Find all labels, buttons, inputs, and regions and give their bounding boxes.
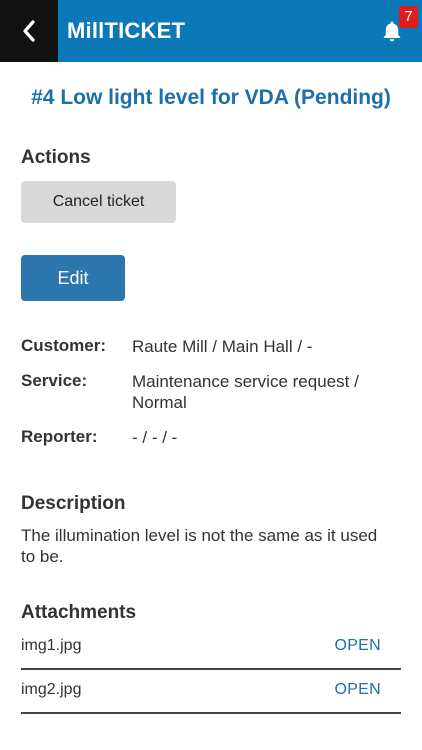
- reporter-label: Reporter:: [21, 427, 98, 446]
- customer-label: Customer:: [21, 336, 107, 355]
- attachments-heading: Attachments: [21, 602, 137, 623]
- attachment-name: img2.jpg: [21, 681, 82, 698]
- attachment-row: img2.jpg OPEN: [21, 670, 401, 714]
- attachment-name: img1.jpg: [21, 637, 82, 654]
- description-heading: Description: [21, 493, 126, 514]
- open-attachment-button[interactable]: OPEN: [334, 637, 381, 655]
- description-text: The illumination level is not the same a…: [21, 526, 378, 566]
- ticket-title: #4 Low light level for VDA (Pending): [31, 86, 391, 109]
- customer-value: Raute Mill / Main Hall / -: [132, 337, 313, 356]
- app-bar: MillTICKET 7: [0, 0, 422, 62]
- back-button[interactable]: [0, 0, 58, 62]
- cancel-ticket-button[interactable]: Cancel ticket: [21, 181, 176, 223]
- service-label: Service:: [21, 371, 88, 390]
- reporter-value: - / - / -: [132, 428, 178, 447]
- edit-button[interactable]: Edit: [21, 255, 125, 301]
- open-attachment-button[interactable]: OPEN: [334, 681, 381, 699]
- service-value: Maintenance service request / Normal: [132, 372, 359, 412]
- app-title: MillTICKET: [67, 18, 186, 43]
- notification-count-badge: 7: [399, 6, 418, 28]
- chevron-left-icon: [23, 20, 35, 42]
- actions-heading: Actions: [21, 147, 91, 168]
- attachment-row: img1.jpg OPEN: [21, 626, 401, 670]
